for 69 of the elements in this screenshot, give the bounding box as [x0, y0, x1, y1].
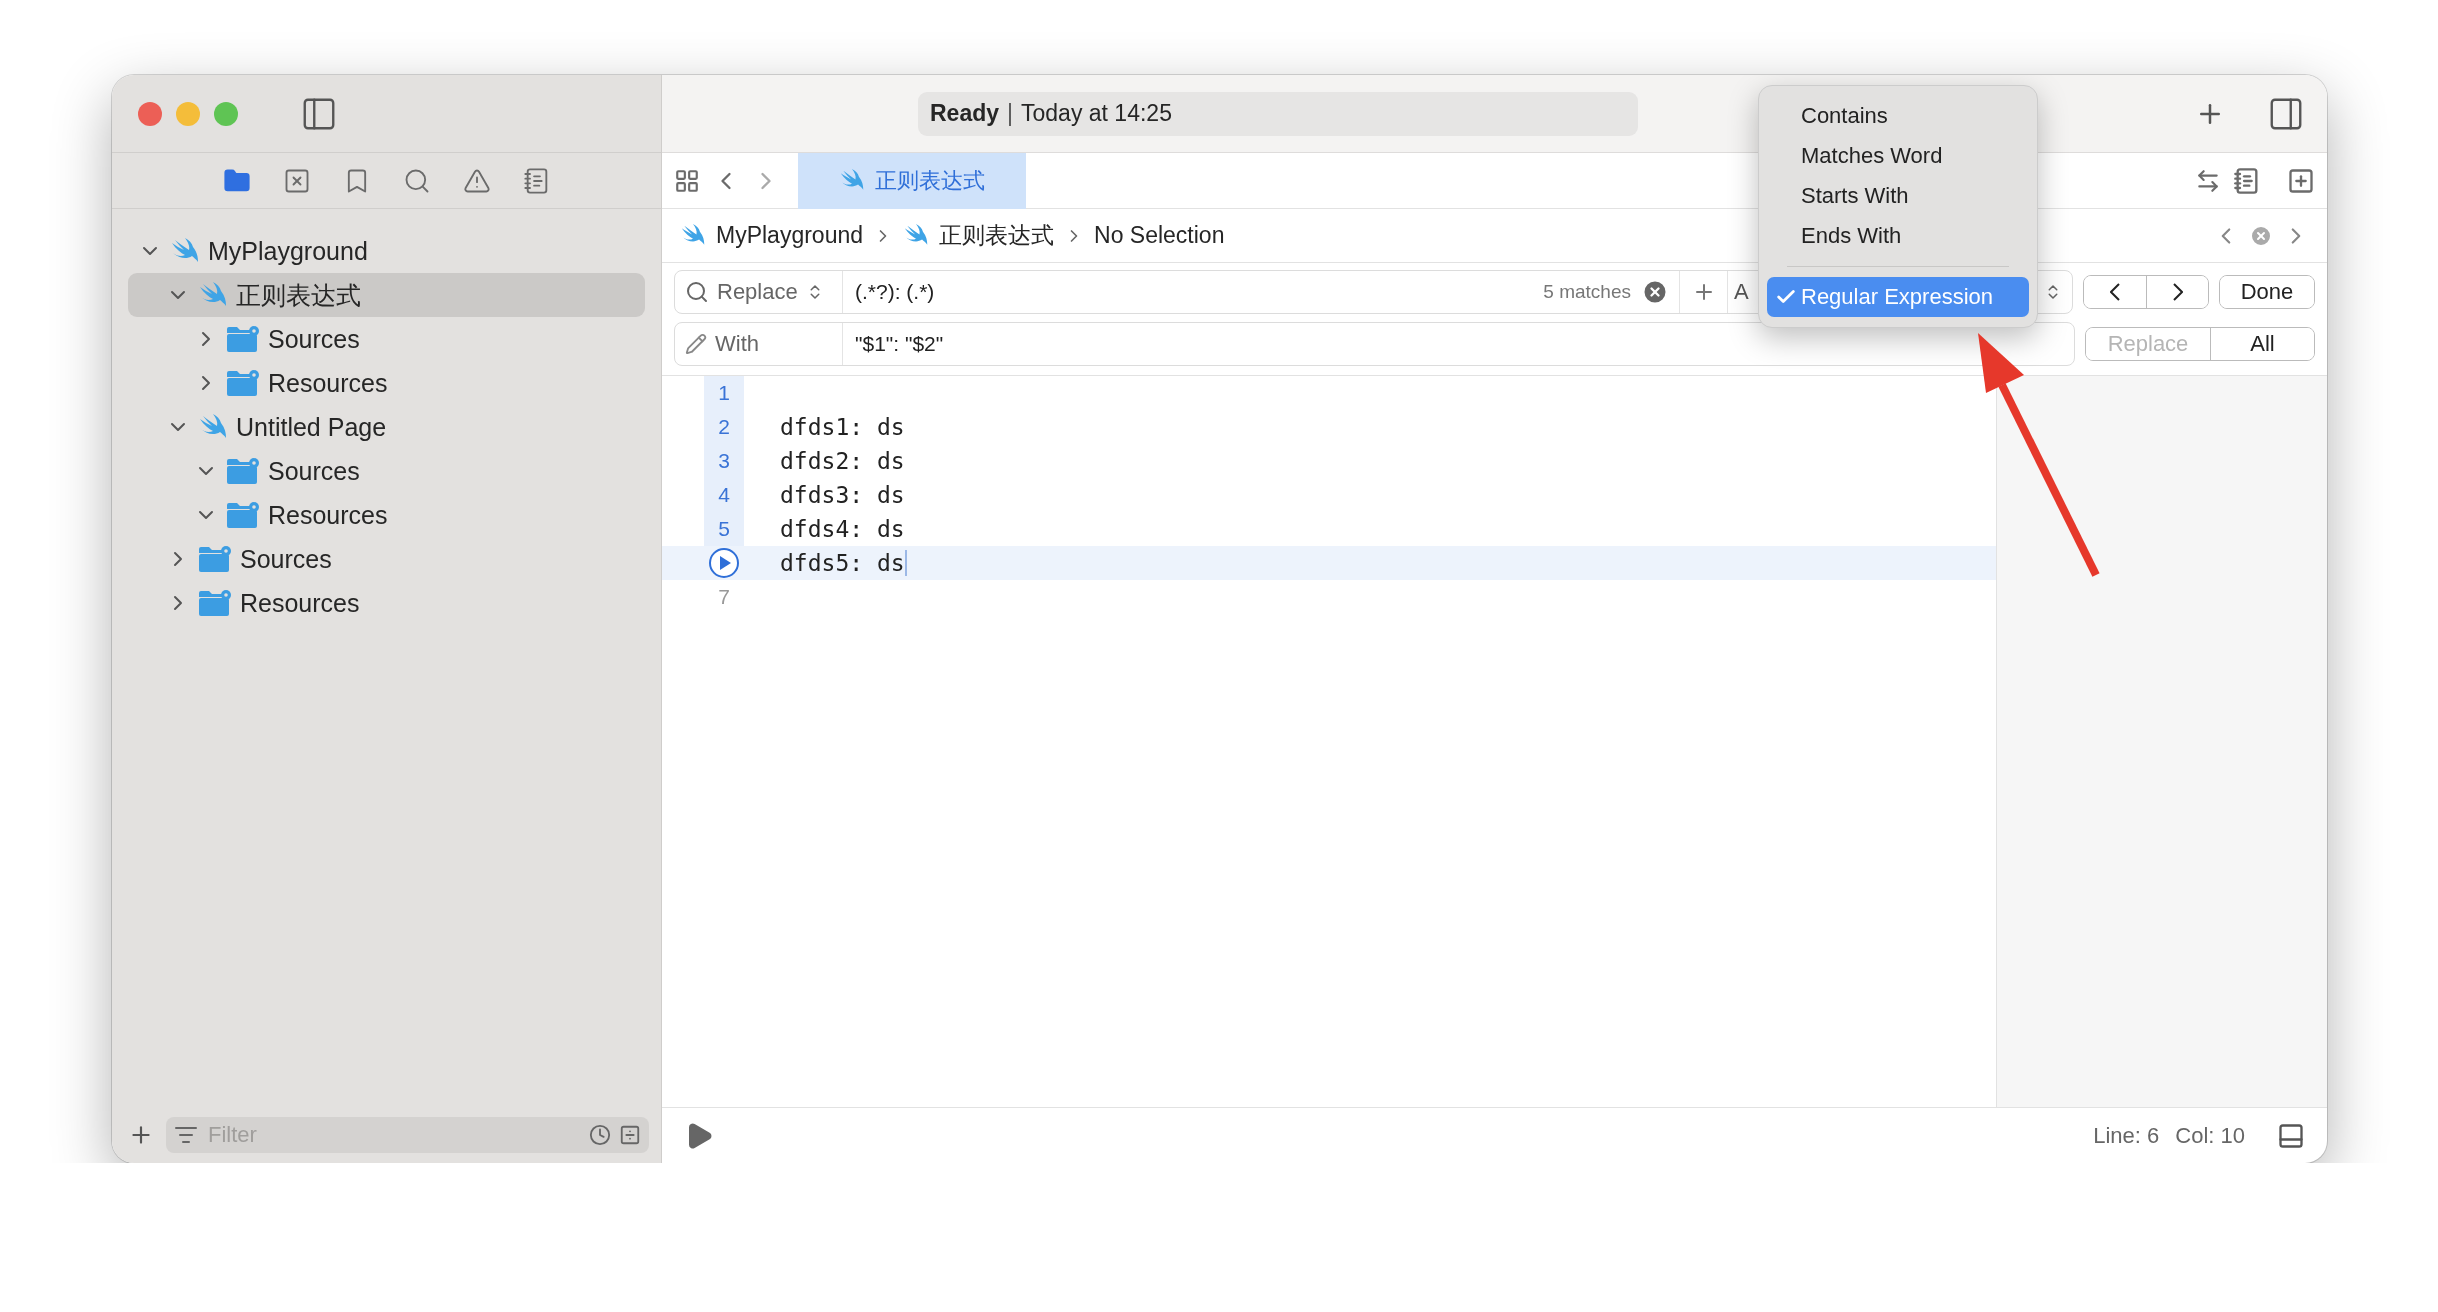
code-line: dfds2: ds [780, 448, 905, 474]
line-number: 3 [718, 449, 730, 473]
tree-item-label: Resources [268, 368, 388, 398]
tree-item-label: Sources [240, 544, 332, 574]
folder-icon [226, 369, 260, 397]
code-line: dfds3: ds [780, 482, 905, 508]
folder-icon [226, 457, 260, 485]
editor-tab[interactable]: 正则表达式 [798, 152, 1026, 209]
tree-item-label: Resources [240, 588, 360, 618]
jump-bar-item[interactable]: No Selection [1094, 222, 1225, 249]
line-number: 7 [718, 585, 730, 609]
tree-item[interactable]: Resources [128, 581, 645, 625]
text-cursor [904, 550, 907, 576]
clear-icon[interactable] [1641, 278, 1669, 306]
menu-item[interactable]: Starts With [1767, 176, 2029, 216]
next-match-button[interactable] [2146, 276, 2208, 308]
line-number: 4 [718, 483, 730, 507]
line-number: 5 [718, 517, 730, 541]
code-line: dfds1: ds [780, 414, 905, 440]
tree-item[interactable]: Sources [128, 317, 645, 361]
folder-icon [226, 501, 260, 529]
tree-item[interactable]: Resources [128, 493, 645, 537]
column-position: Col: 10 [2175, 1122, 2245, 1149]
jump-bar-item[interactable]: 正则表达式 [939, 220, 1055, 251]
tree-item-label: Untitled Page [236, 412, 387, 442]
chevron-left-icon [2110, 283, 2120, 301]
code-line: dfds5: ds [780, 550, 905, 576]
tree-item-label: 正则表达式 [236, 279, 361, 311]
close-button[interactable] [138, 101, 162, 126]
add-editor-icon[interactable] [2287, 166, 2315, 195]
pencil-icon [685, 333, 707, 355]
debug-area-toggle-icon[interactable] [2277, 1121, 2305, 1150]
find-mode-popup[interactable]: Replace [675, 271, 843, 313]
chevron-right-icon [2172, 283, 2183, 301]
menu-item[interactable]: Contains [1767, 96, 2029, 136]
menu-item[interactable]: Matches Word [1767, 136, 2029, 176]
replace-all-button[interactable]: All [2210, 328, 2314, 360]
tree-item[interactable]: Untitled Page [128, 405, 645, 449]
grid-icon[interactable] [674, 167, 700, 194]
tree-item-label: MyPlayground [208, 236, 368, 266]
search-icon [685, 280, 709, 304]
code-line: dfds4: ds [780, 516, 905, 542]
match-count: 5 matches [1543, 281, 1631, 303]
replace-field[interactable]: With "$1": "$2" [674, 322, 2075, 366]
folder-icon [226, 325, 260, 353]
tree-item-label: Sources [268, 456, 360, 486]
tree-item[interactable]: Resources [128, 361, 645, 405]
status-separator: | [1007, 100, 1014, 127]
line-number: 2 [718, 415, 730, 439]
tree-item[interactable]: Sources [128, 537, 645, 581]
tree-item-label: Resources [268, 500, 388, 530]
with-label: With [715, 331, 759, 357]
jump-bar-item[interactable]: MyPlayground [716, 222, 864, 249]
tree-item[interactable]: MyPlayground [128, 229, 645, 273]
status-state: Ready [930, 100, 1000, 127]
folder-icon [198, 545, 232, 573]
swap-arrows-icon[interactable] [2195, 167, 2221, 194]
tree-item[interactable]: Sources [128, 449, 645, 493]
menu-item[interactable]: Ends With [1767, 216, 2029, 256]
done-button[interactable]: Done [2220, 276, 2314, 308]
folder-icon [198, 589, 232, 617]
tree-item-label: Sources [268, 324, 360, 354]
replace-input[interactable]: "$1": "$2" [843, 331, 2074, 357]
line-position: Line: 6 [2093, 1122, 2160, 1149]
find-input[interactable]: (.*?): (.*) [843, 279, 1544, 305]
status-time: Today at 14:25 [1021, 100, 1172, 127]
clock-icon[interactable] [589, 1124, 611, 1146]
tree-item[interactable]: 正则表达式 [128, 273, 645, 317]
line-number: 1 [718, 381, 730, 405]
